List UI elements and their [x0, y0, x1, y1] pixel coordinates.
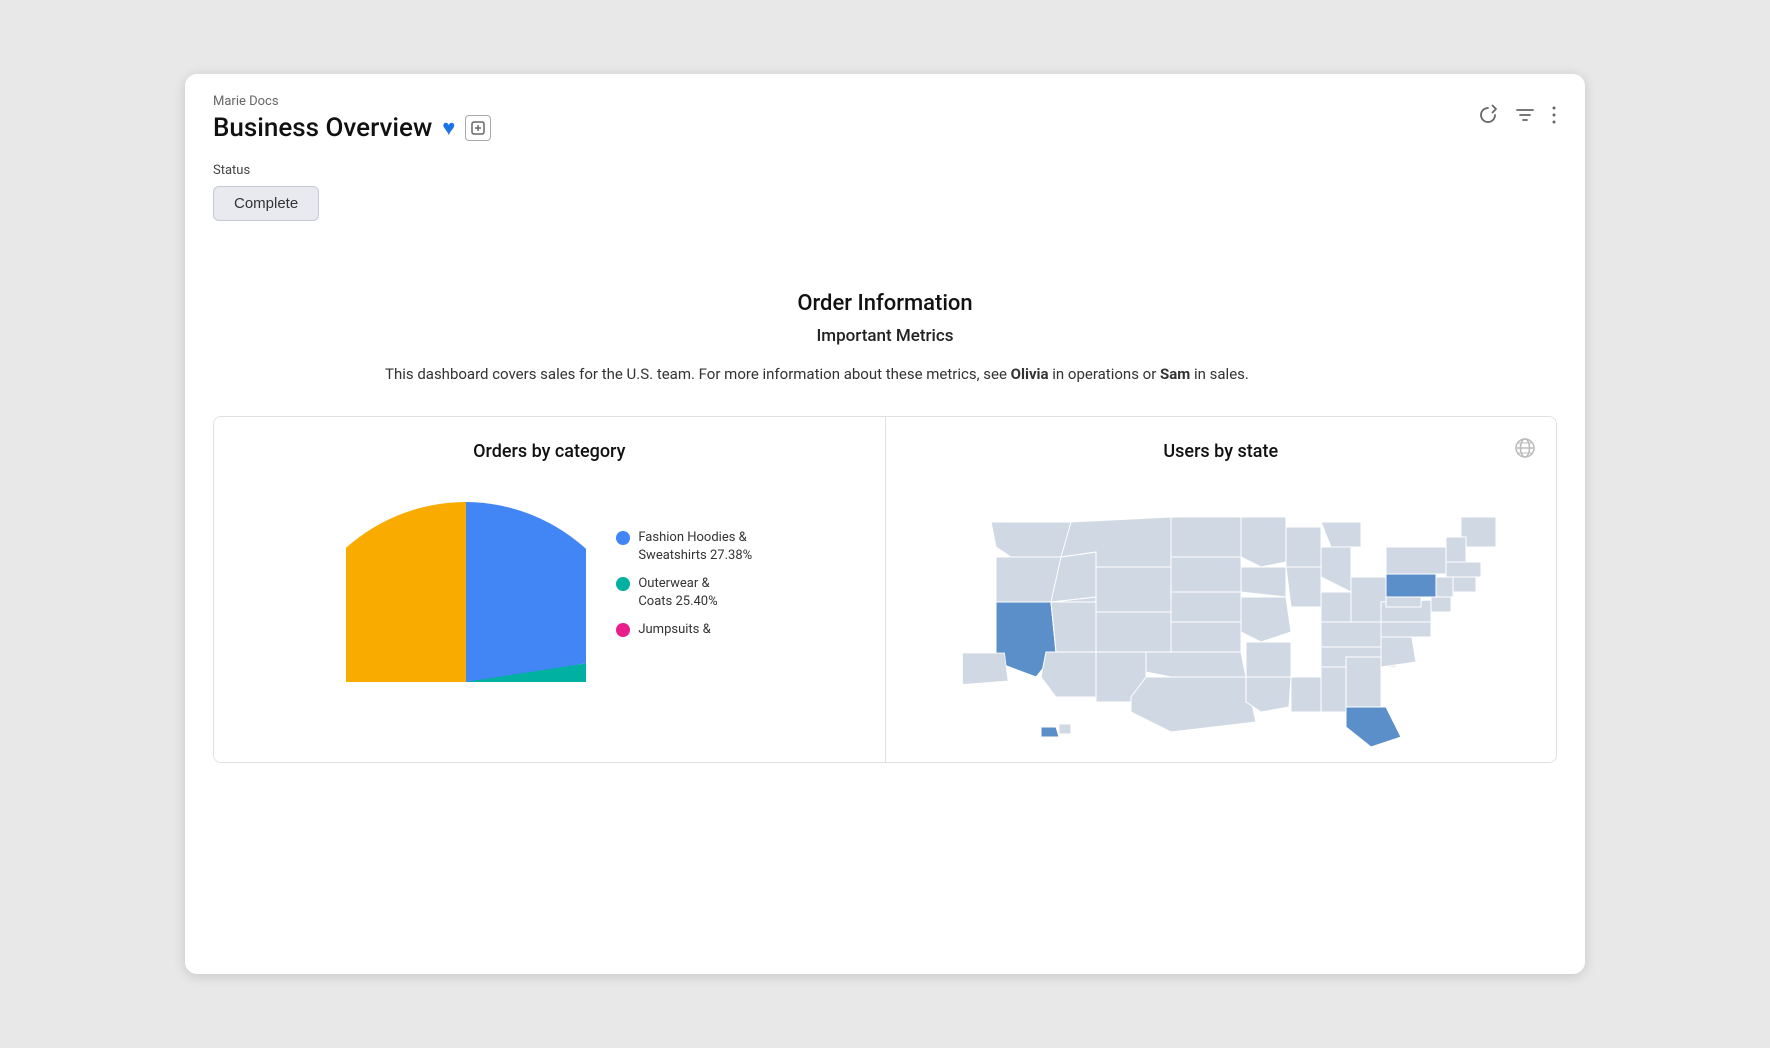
legend-label-3: Jumpsuits & — [638, 621, 710, 639]
charts-row: Orders by category — [213, 416, 1557, 763]
pie-legend: Fashion Hoodies &Sweatshirts 27.38% Oute… — [616, 529, 752, 640]
desc-middle: in operations or — [1049, 365, 1160, 383]
title-row: Business Overview ♥ — [213, 113, 491, 143]
pie-chart-title: Orders by category — [234, 441, 865, 462]
more-icon[interactable] — [1551, 104, 1557, 126]
legend-item-1: Fashion Hoodies &Sweatshirts 27.38% — [616, 529, 752, 565]
contact1: Olivia — [1011, 365, 1049, 383]
breadcrumb: Marie Docs — [213, 94, 491, 109]
desc-suffix: in sales. — [1190, 365, 1249, 383]
legend-dot-1 — [616, 531, 630, 545]
map-container — [906, 492, 1537, 752]
us-map-svg — [931, 492, 1511, 752]
status-label: Status — [213, 163, 1557, 178]
map-panel-header: Users by state — [906, 441, 1537, 482]
page-title: Business Overview — [213, 113, 432, 143]
heart-icon[interactable]: ♥ — [442, 115, 455, 141]
order-info-desc: This dashboard covers sales for the U.S.… — [385, 362, 1385, 386]
map-chart-panel: Users by state — [886, 417, 1557, 762]
desc-prefix: This dashboard covers sales for the U.S.… — [385, 365, 1011, 383]
status-badge[interactable]: Complete — [213, 186, 319, 221]
status-section: Status Complete — [185, 143, 1585, 231]
header-right — [1477, 94, 1557, 126]
main-content: Order Information Important Metrics This… — [185, 231, 1585, 974]
legend-label-1: Fashion Hoodies &Sweatshirts 27.38% — [638, 529, 752, 565]
refresh-icon[interactable] — [1477, 104, 1499, 126]
order-info-section: Order Information Important Metrics This… — [213, 291, 1557, 386]
order-info-title: Order Information — [213, 291, 1557, 316]
header-left: Marie Docs Business Overview ♥ — [213, 94, 491, 143]
header: Marie Docs Business Overview ♥ — [185, 74, 1585, 143]
pie-chart-panel: Orders by category — [214, 417, 886, 762]
legend-dot-3 — [616, 623, 630, 637]
globe-icon[interactable] — [1514, 437, 1536, 464]
contact2: Sam — [1160, 365, 1190, 383]
pie-svg — [346, 482, 586, 686]
add-page-icon[interactable] — [465, 115, 491, 141]
pie-section: Fashion Hoodies &Sweatshirts 27.38% Oute… — [234, 482, 865, 686]
legend-label-2: Outerwear &Coats 25.40% — [638, 575, 717, 611]
app-container: Marie Docs Business Overview ♥ — [185, 74, 1585, 974]
map-chart-title: Users by state — [1163, 441, 1278, 462]
filter-icon[interactable] — [1515, 105, 1535, 125]
legend-item-2: Outerwear &Coats 25.40% — [616, 575, 752, 611]
order-info-subtitle: Important Metrics — [213, 326, 1557, 346]
legend-dot-2 — [616, 577, 630, 591]
legend-item-3: Jumpsuits & — [616, 621, 752, 639]
